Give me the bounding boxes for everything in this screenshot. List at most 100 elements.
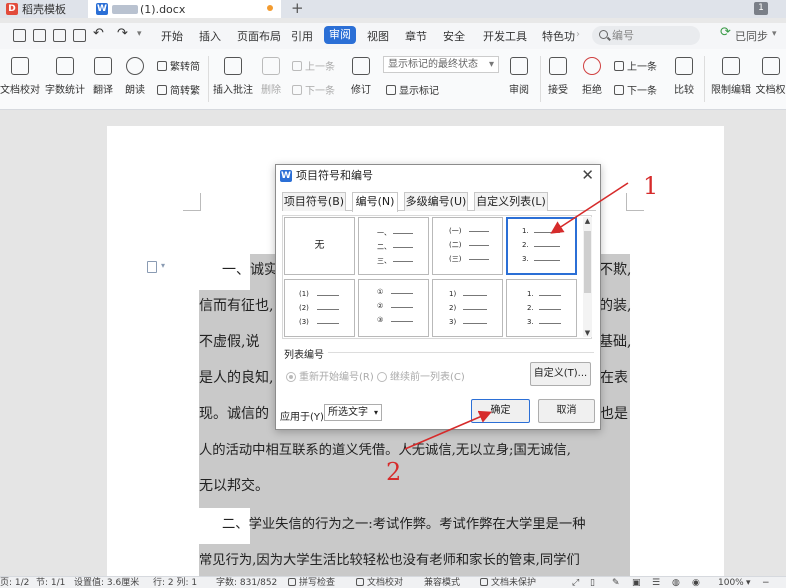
page-view-icon[interactable]: ▣: [632, 577, 641, 588]
menu-developer[interactable]: 开发工具: [483, 28, 527, 44]
new-tab-button[interactable]: +: [291, 0, 304, 16]
radio-selected-icon: [286, 372, 296, 382]
zoom-chevron-icon[interactable]: ▾: [746, 577, 751, 588]
chevron-down-icon[interactable]: ▼: [583, 329, 592, 337]
gallery-scrollbar[interactable]: ▲ ▼: [583, 217, 592, 337]
doc-text: 在表: [600, 370, 628, 386]
menu-review[interactable]: 审阅: [324, 26, 356, 44]
cancel-button[interactable]: 取消: [538, 399, 595, 423]
zoom-out-icon[interactable]: −: [762, 577, 770, 588]
insert-comment-button[interactable]: 插入批注: [213, 57, 253, 96]
next-change-button[interactable]: 下一条: [614, 82, 657, 97]
numbering-style-arabic-dot-2[interactable]: 1. 2. 3.: [506, 279, 577, 337]
doc-text: 不虚假,说: [199, 334, 260, 350]
menu-reference[interactable]: 引用: [291, 28, 313, 44]
doc-text: 的装,: [599, 298, 632, 314]
menu-features[interactable]: 特色功: [542, 28, 575, 44]
outline-view-icon[interactable]: ☰: [652, 577, 660, 588]
fullscreen-icon[interactable]: ⤢: [572, 577, 579, 588]
show-markup-icon: [386, 85, 396, 95]
numbering-style-arabic-dot[interactable]: 1. 2. 3.: [506, 217, 577, 275]
tab-docer-template[interactable]: D 稻壳模板: [0, 0, 88, 18]
doc-text: 现。诚信的: [199, 406, 269, 422]
close-icon[interactable]: ✕: [581, 167, 594, 183]
doc-text: 二、学业失信的行为之一:考试作弊。考试作弊在大学里是一种: [222, 517, 586, 532]
tab-multilevel[interactable]: 多级编号(U): [404, 192, 468, 211]
word-count-button[interactable]: 字数统计: [44, 57, 86, 96]
edit-mode-icon[interactable]: ✎: [612, 577, 620, 588]
scrollbar-thumb[interactable]: [584, 231, 591, 293]
tab-numbering[interactable]: 编号(N): [352, 192, 398, 212]
numbering-style-chinese-paren[interactable]: (一) (二) (三): [432, 217, 503, 275]
menu-chapter[interactable]: 章节: [405, 28, 427, 44]
numbering-style-arabic-rparen[interactable]: 1) 2) 3): [432, 279, 503, 337]
undo-icon[interactable]: ↶: [93, 26, 104, 41]
show-markup-button[interactable]: 显示标记: [386, 82, 439, 97]
menu-security[interactable]: 安全: [443, 28, 465, 44]
web-view-icon[interactable]: ◍: [672, 577, 680, 588]
restart-numbering-radio[interactable]: 重新开始编号(R): [286, 368, 374, 383]
simp-to-trad-button[interactable]: 简转繁: [157, 82, 200, 97]
menu-layout[interactable]: 页面布局: [237, 28, 281, 44]
numbering-style-arabic-paren[interactable]: (1) (2) (3): [284, 279, 355, 337]
ok-button[interactable]: 确定: [471, 399, 530, 423]
reject-button[interactable]: 拒绝: [578, 57, 606, 96]
sync-chevron-icon[interactable]: ▾: [772, 29, 777, 39]
accept-button[interactable]: 接受: [544, 57, 572, 96]
paragraph-layout-icon[interactable]: [147, 261, 157, 273]
numbering-style-circled[interactable]: ① ② ③: [358, 279, 429, 337]
paragraph-chevron-icon[interactable]: ▾: [161, 261, 165, 270]
read-aloud-button[interactable]: 朗读: [122, 57, 148, 96]
delete-comment-button[interactable]: 删除: [258, 57, 284, 96]
dialog-title-bar[interactable]: W 项目符号和编号 ✕: [276, 165, 600, 187]
compare-button[interactable]: 比较: [670, 57, 698, 96]
menu-insert[interactable]: 插入: [199, 28, 221, 44]
doc-proof-button[interactable]: 文档校对: [0, 57, 40, 96]
sync-status[interactable]: 已同步: [735, 28, 768, 44]
status-row-col: 行: 2 列: 1: [153, 578, 198, 588]
read-mode-icon[interactable]: ▯: [590, 577, 595, 588]
doc-permission-button[interactable]: 文档权: [755, 57, 786, 96]
apply-to-select[interactable]: 所选文字 ▾: [324, 404, 382, 421]
unsaved-dot-icon: [267, 5, 273, 11]
menu-home[interactable]: 开始: [161, 28, 183, 44]
tab-label: (1).docx: [140, 2, 186, 16]
save-icon[interactable]: [13, 29, 26, 42]
search-input[interactable]: 编号: [592, 26, 700, 45]
customize-button[interactable]: 自定义(T)...: [530, 362, 591, 386]
window-badge-icon[interactable]: 1: [754, 2, 768, 15]
redo-icon[interactable]: ↷: [117, 26, 128, 41]
status-spell-check[interactable]: 拼写检查: [288, 577, 335, 588]
markup-state-select[interactable]: 显示标记的最终状态 ▾: [383, 56, 499, 73]
export-icon[interactable]: [33, 29, 46, 42]
numbering-style-none[interactable]: 无: [284, 217, 355, 275]
revise-button[interactable]: 修订: [348, 57, 374, 96]
next-comment-button[interactable]: 下一条: [292, 82, 335, 97]
zoom-level[interactable]: 100%: [718, 577, 744, 588]
trad-to-simp-button[interactable]: 繁转简: [157, 58, 200, 73]
continue-list-radio[interactable]: 继续前一列表(C): [377, 368, 465, 383]
customize-chevron-icon[interactable]: ▾: [137, 29, 142, 39]
title-bar: D 稻壳模板 W (1).docx + 1: [0, 0, 786, 18]
preview-icon[interactable]: [73, 29, 86, 42]
status-page[interactable]: 页: 1/2: [0, 577, 29, 588]
tab-document[interactable]: W (1).docx: [88, 0, 281, 18]
status-protection[interactable]: 文档未保护: [480, 577, 536, 588]
numbering-style-chinese[interactable]: 一、 二、 三、: [358, 217, 429, 275]
doc-text: 一、诚实: [222, 262, 278, 278]
status-word-count[interactable]: 字数: 831/852: [216, 577, 277, 588]
restrict-edit-button[interactable]: 限制编辑: [710, 57, 752, 96]
status-doc-proof[interactable]: 文档校对: [356, 577, 403, 588]
prev-comment-button[interactable]: 上一条: [292, 58, 335, 73]
ribbon-divider: [704, 56, 705, 102]
translate-button[interactable]: 翻译: [90, 57, 116, 96]
tab-bullets[interactable]: 项目符号(B): [282, 192, 346, 211]
prev-change-button[interactable]: 上一条: [614, 58, 657, 73]
eye-protect-icon[interactable]: ◉: [692, 577, 700, 588]
menu-view[interactable]: 视图: [367, 28, 389, 44]
review-pane-button[interactable]: 审阅: [504, 57, 534, 96]
chevron-up-icon[interactable]: ▲: [583, 217, 592, 225]
print-icon[interactable]: [53, 29, 66, 42]
menu-scroll-right-icon[interactable]: ›: [576, 29, 580, 40]
tab-custom-list[interactable]: 自定义列表(L): [474, 192, 548, 211]
